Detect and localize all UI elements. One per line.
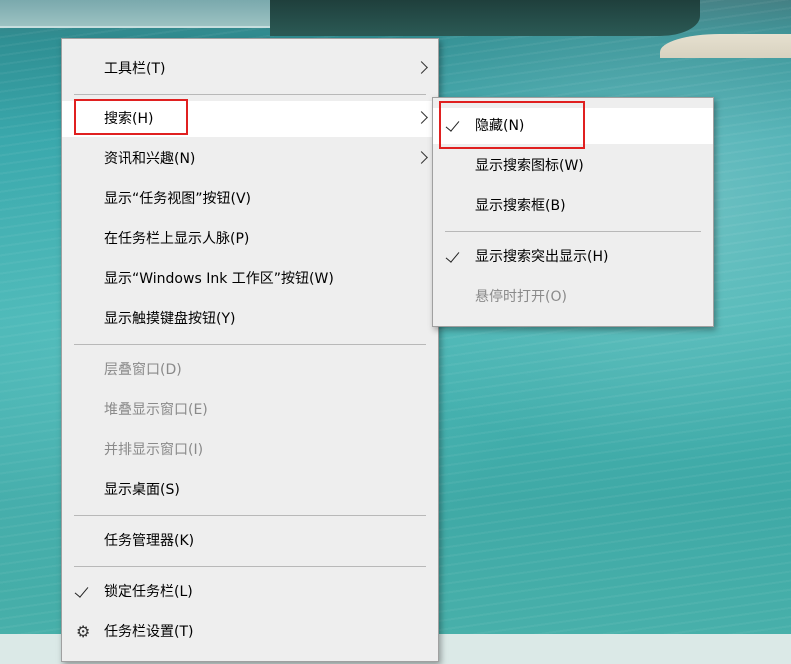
menu-separator (74, 515, 426, 516)
menu-separator (74, 344, 426, 345)
chevron-right-icon (415, 61, 428, 74)
menu-separator (445, 231, 701, 232)
menu-item-windows-ink-button[interactable]: 显示“Windows Ink 工作区”按钮(W) (62, 261, 438, 297)
wallpaper-beach (660, 34, 791, 58)
menu-item-toolbars[interactable]: 工具栏(T) (62, 51, 438, 87)
menu-separator (74, 94, 426, 95)
chevron-right-icon (415, 151, 428, 164)
menu-item-label: 显示桌面(S) (104, 482, 180, 498)
wallpaper-shore (0, 0, 280, 28)
menu-item-taskbar-settings[interactable]: ⚙ 任务栏设置(T) (62, 614, 438, 650)
menu-item-touch-keyboard-button[interactable]: 显示触摸键盘按钮(Y) (62, 301, 438, 337)
wallpaper-trees (270, 0, 700, 36)
menu-item-label: 显示“Windows Ink 工作区”按钮(W) (104, 271, 334, 287)
menu-item-cascade-windows: 层叠窗口(D) (62, 352, 438, 388)
menu-item-task-view-button[interactable]: 显示“任务视图”按钮(V) (62, 181, 438, 217)
menu-separator (74, 566, 426, 567)
desktop-background: 工具栏(T) 搜索(H) 资讯和兴趣(N) 显示“任务视图”按钮(V) 在任务栏… (0, 0, 791, 664)
checkmark-icon (445, 117, 460, 132)
menu-item-label: 任务栏设置(T) (104, 624, 194, 640)
submenu-item-open-on-hover: 悬停时打开(O) (433, 279, 713, 315)
menu-item-label: 工具栏(T) (104, 61, 166, 77)
submenu-item-label: 悬停时打开(O) (475, 289, 567, 305)
menu-item-label: 显示“任务视图”按钮(V) (104, 191, 252, 207)
menu-item-label: 搜索(H) (104, 111, 154, 127)
submenu-item-hidden[interactable]: 隐藏(N) (433, 108, 713, 144)
menu-item-label: 锁定任务栏(L) (104, 584, 193, 600)
menu-item-side-by-side-windows: 并排显示窗口(I) (62, 432, 438, 468)
submenu-item-search-highlights[interactable]: 显示搜索突出显示(H) (433, 239, 713, 275)
menu-item-show-people[interactable]: 在任务栏上显示人脉(P) (62, 221, 438, 257)
menu-item-label: 层叠窗口(D) (104, 362, 182, 378)
submenu-item-show-search-icon[interactable]: 显示搜索图标(W) (433, 148, 713, 184)
checkmark-icon (445, 248, 460, 263)
search-submenu: 隐藏(N) 显示搜索图标(W) 显示搜索框(B) 显示搜索突出显示(H) 悬停时… (432, 97, 714, 327)
checkmark-icon (74, 583, 89, 598)
menu-item-label: 显示触摸键盘按钮(Y) (104, 311, 236, 327)
menu-item-label: 资讯和兴趣(N) (104, 151, 196, 167)
menu-item-stack-windows: 堆叠显示窗口(E) (62, 392, 438, 428)
chevron-right-icon (415, 111, 428, 124)
submenu-item-show-search-box[interactable]: 显示搜索框(B) (433, 188, 713, 224)
menu-item-label: 在任务栏上显示人脉(P) (104, 231, 250, 247)
menu-item-task-manager[interactable]: 任务管理器(K) (62, 523, 438, 559)
menu-item-label: 任务管理器(K) (104, 533, 195, 549)
menu-item-label: 堆叠显示窗口(E) (104, 402, 208, 418)
menu-item-news-interests[interactable]: 资讯和兴趣(N) (62, 141, 438, 177)
menu-item-lock-taskbar[interactable]: 锁定任务栏(L) (62, 574, 438, 610)
taskbar-context-menu: 工具栏(T) 搜索(H) 资讯和兴趣(N) 显示“任务视图”按钮(V) 在任务栏… (61, 38, 439, 662)
submenu-item-label: 显示搜索图标(W) (475, 158, 584, 174)
gear-icon: ⚙ (76, 622, 91, 641)
submenu-item-label: 显示搜索框(B) (475, 198, 566, 214)
submenu-item-label: 隐藏(N) (475, 118, 525, 134)
menu-item-search[interactable]: 搜索(H) (62, 101, 438, 137)
submenu-item-label: 显示搜索突出显示(H) (475, 249, 609, 265)
menu-item-show-desktop[interactable]: 显示桌面(S) (62, 472, 438, 508)
menu-item-label: 并排显示窗口(I) (104, 442, 204, 458)
